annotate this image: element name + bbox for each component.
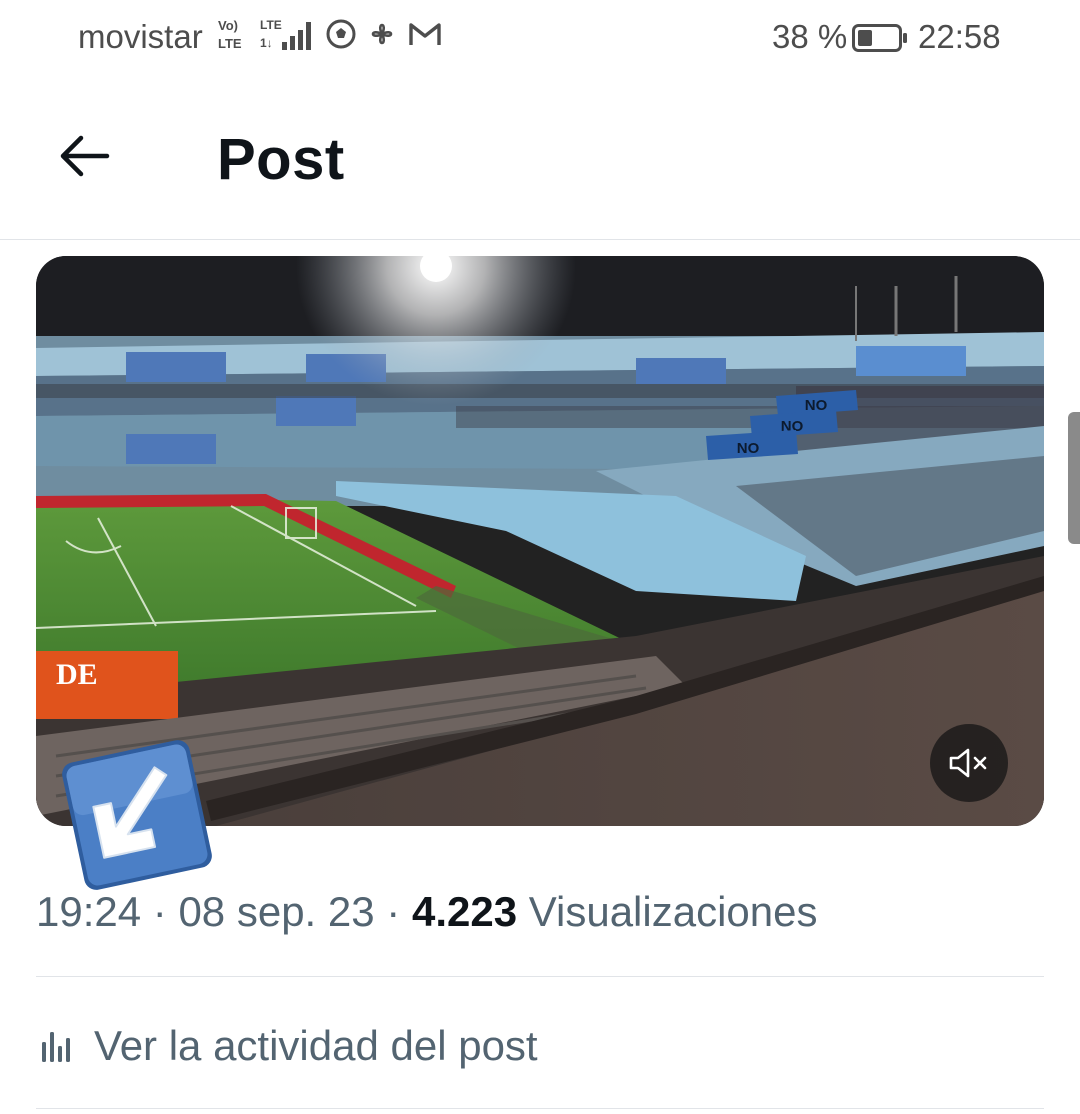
svg-text:LTE: LTE [260,18,282,32]
carrier-name: movistar [78,18,203,55]
svg-text:Vo): Vo) [218,18,238,33]
svg-text:1↓: 1↓ [260,36,273,50]
activity-label: Ver la actividad del post [94,1022,538,1069]
battery-icon [852,24,908,52]
page-title: Post [217,127,345,192]
speaker-muted-icon [949,748,987,778]
post-time: 19:24 [36,888,142,935]
soccer-ball-icon [326,19,356,54]
mute-button[interactable] [930,724,1008,802]
arrow-left-icon [60,135,110,177]
volte-icon: Vo) LTE [216,16,250,57]
top-bar: Post [0,76,1080,240]
views-label: Visualizaciones [528,888,818,935]
svg-text:DE: DE [56,658,98,691]
scrollbar[interactable] [1068,412,1080,544]
status-bar: movistar Vo) LTE LTE 1↓ 38 % 22:58 [0,0,1080,76]
separator: · [386,888,401,935]
divider [36,1108,1044,1109]
divider [36,976,1044,977]
battery-percent: 38 % [772,18,848,55]
status-icons: Vo) LTE LTE 1↓ [216,16,442,56]
gmail-icon [408,20,442,53]
post-timestamp-views: 19:24 · 08 sep. 23 · 4.223 Visualizacion… [36,888,817,936]
separator: · [152,888,167,935]
view-post-activity-link[interactable]: Ver la actividad del post [36,1016,538,1076]
back-button[interactable] [54,130,114,182]
bar-chart-icon [42,1032,70,1062]
svg-text:LTE: LTE [218,36,242,51]
signal-icon: LTE 1↓ [260,16,316,57]
views-count: 4.223 [411,888,518,935]
pinwheel-icon [366,18,398,55]
arrow-down-left-icon [62,740,212,890]
post-date: 08 sep. 23 [178,888,375,935]
clock: 22:58 [918,18,1001,55]
